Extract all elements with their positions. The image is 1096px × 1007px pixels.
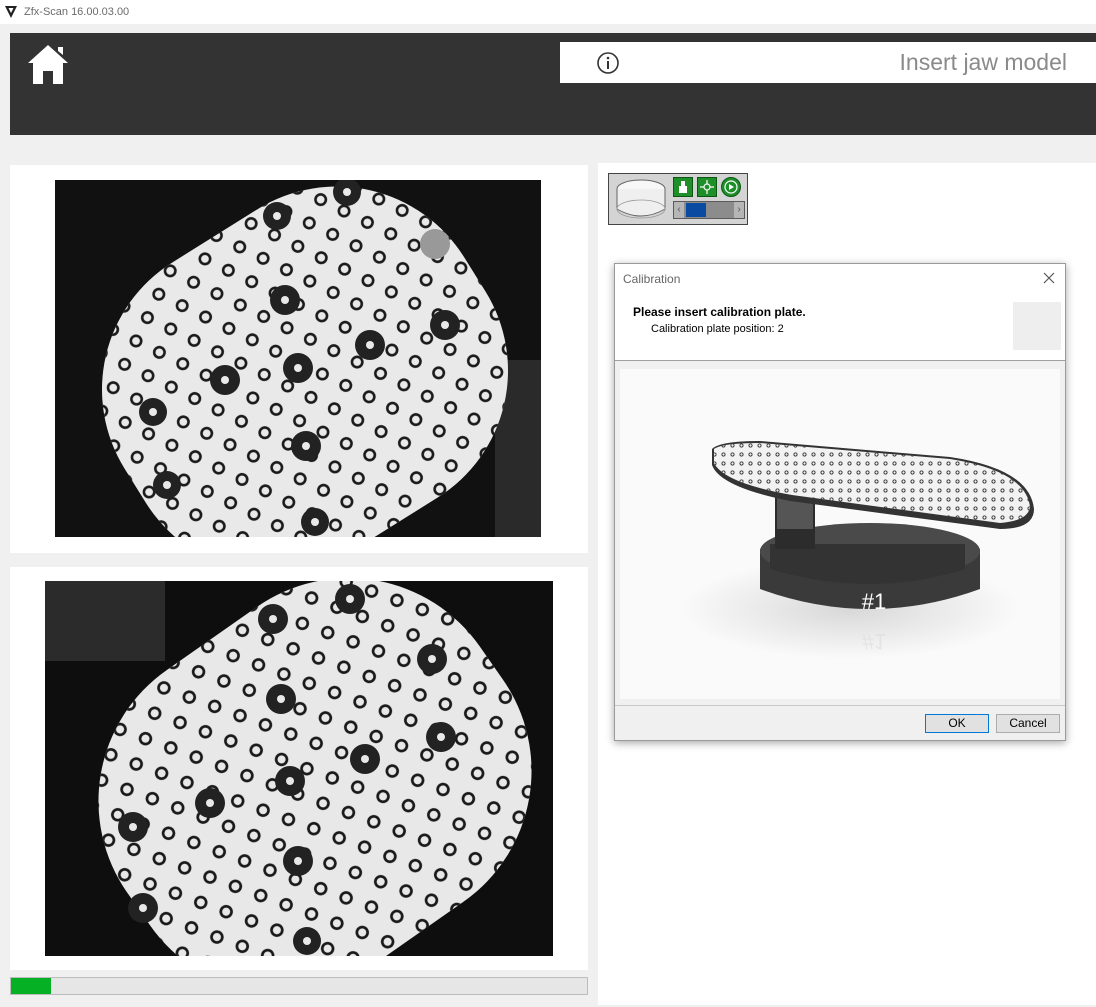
home-icon[interactable]	[25, 41, 71, 87]
cancel-button[interactable]: Cancel	[996, 714, 1060, 733]
progress-fill	[11, 978, 52, 994]
dialog-divider	[615, 705, 1065, 706]
dialog-titlebar: Calibration	[615, 264, 1065, 294]
dialog-header: Please insert calibration plate. Calibra…	[615, 294, 1065, 361]
calibration-dialog: Calibration Please insert calibration pl…	[614, 263, 1066, 741]
position-slider[interactable]: ‹ ›	[673, 201, 745, 219]
dialog-thumbnail	[1013, 302, 1061, 350]
camera-image-bottom	[45, 581, 553, 956]
camera-icon[interactable]	[673, 177, 693, 197]
camera-image-top	[55, 180, 541, 537]
dialog-heading: Please insert calibration plate.	[633, 305, 806, 319]
step-title: Insert jaw model	[899, 49, 1067, 75]
crosshair-icon[interactable]	[697, 177, 717, 197]
plate-label: #1	[862, 589, 886, 614]
device-control-widget[interactable]: ‹ ›	[608, 173, 748, 225]
ok-button[interactable]: OK	[925, 714, 989, 733]
slider-right-arrow[interactable]: ›	[734, 202, 744, 218]
header-bar: Insert jaw model	[10, 33, 1096, 135]
window-title: Zfx-Scan 16.00.03.00	[24, 6, 130, 18]
close-icon[interactable]	[1041, 270, 1057, 286]
slider-thumb[interactable]	[686, 203, 706, 217]
app-logo-icon	[5, 6, 17, 18]
scan-progress-bar	[10, 977, 588, 995]
window-titlebar: Zfx-Scan 16.00.03.00	[0, 0, 1096, 24]
plate-label-reflection: #1	[862, 629, 886, 654]
dialog-title: Calibration	[623, 272, 681, 286]
camera-view-top	[10, 165, 588, 553]
step-title-box: Insert jaw model	[560, 42, 1096, 83]
camera-view-bottom	[10, 567, 588, 970]
calibration-plate-image: #1 #1	[620, 369, 1060, 699]
dialog-subtext: Calibration plate position: 2	[651, 323, 784, 335]
play-icon[interactable]	[721, 177, 741, 197]
slider-left-arrow[interactable]: ‹	[674, 202, 684, 218]
info-icon[interactable]	[596, 51, 620, 75]
rotary-plate-icon	[616, 179, 666, 219]
